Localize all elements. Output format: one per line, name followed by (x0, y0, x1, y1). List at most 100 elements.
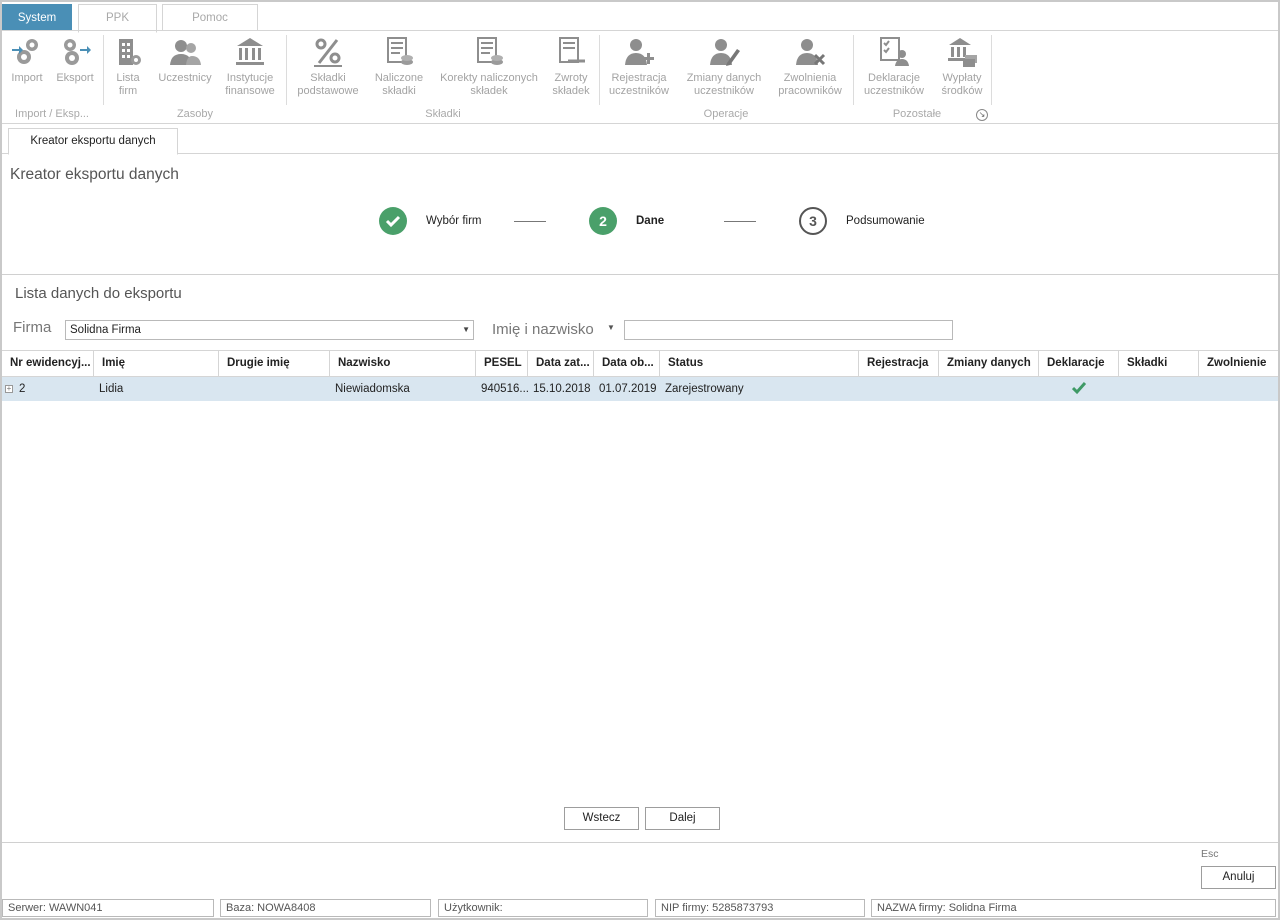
expand-row-icon[interactable]: + (5, 385, 13, 393)
firma-label: Firma (13, 319, 52, 336)
user-edit-icon (710, 39, 740, 66)
naliczone-label-1: Naliczone (374, 72, 424, 84)
firma-dropdown[interactable]: Solidna Firma ▼ (65, 320, 474, 340)
cell-nazwisko: Niewiadomska (335, 383, 410, 395)
ribbon-separator (599, 35, 600, 105)
step-3-number: 3 (799, 207, 827, 235)
name-search-input[interactable] (624, 320, 953, 340)
column-header-deklaracje[interactable]: Deklaracje (1039, 351, 1119, 377)
user-remove-icon (796, 39, 826, 66)
group-label-pozostale: Pozostałe (892, 108, 942, 120)
wyplaty-label-1: Wypłaty (942, 72, 982, 84)
step-1-label: Wybór firm (426, 215, 482, 227)
zwroty-button[interactable]: Zwroty składek (548, 35, 594, 98)
naliczone-skladki-button[interactable]: Naliczone składki (370, 35, 428, 98)
ribbon-separator (991, 35, 992, 105)
name-filter-dropdown-icon[interactable]: ▼ (607, 323, 615, 332)
group-label-import-eksport: Import / Eksp... (15, 108, 89, 120)
column-header-data-ob[interactable]: Data ob... (594, 351, 660, 377)
cancel-button[interactable]: Anuluj (1201, 866, 1276, 889)
document-coins-icon (477, 37, 503, 65)
status-database: Baza: NOWA8408 (220, 899, 431, 917)
skladki-podstawowe-label-1: Składki (310, 72, 346, 84)
column-header-zwolnienie[interactable]: Zwolnienie (1199, 351, 1278, 377)
wizard-steps: Wybór firm 2 Dane 3 Podsumowanie (0, 206, 1280, 240)
back-button[interactable]: Wstecz (564, 807, 639, 830)
next-button[interactable]: Dalej (645, 807, 720, 830)
step-2-number: 2 (589, 207, 617, 235)
uczestnicy-button[interactable]: Uczestnicy (155, 35, 215, 85)
rejestracja-label-1: Rejestracja (611, 72, 667, 84)
tab-ppk[interactable]: PPK (78, 4, 157, 33)
uczestnicy-label: Uczestnicy (158, 72, 212, 84)
wyplaty-button[interactable]: Wypłaty środków (935, 35, 989, 98)
zwolnienia-button[interactable]: Zwolnienia pracowników (772, 35, 848, 98)
step-connector (514, 221, 546, 222)
tab-kreator-eksportu[interactable]: Kreator eksportu danych (8, 128, 178, 155)
column-header-zmiany-danych[interactable]: Zmiany danych (939, 351, 1039, 377)
korekty-button[interactable]: Korekty naliczonych składek (434, 35, 544, 98)
table-row[interactable]: + 2 Lidia Niewiadomska 940516... 15.10.2… (2, 377, 1278, 401)
skladki-podstawowe-button[interactable]: Składki podstawowe (291, 35, 365, 98)
divider (2, 842, 1278, 843)
wizard-title: Kreator eksportu danych (10, 166, 179, 183)
lista-firm-label-2: firm (118, 85, 138, 97)
naliczone-label-2: składki (382, 85, 416, 97)
zwroty-label-2: składek (552, 85, 590, 97)
bank-icon (236, 38, 264, 65)
column-header-status[interactable]: Status (660, 351, 859, 377)
tab-pomoc[interactable]: Pomoc (162, 4, 258, 31)
firma-selected-value: Solidna Firma (70, 324, 141, 336)
korekty-label-1: Korekty naliczonych (440, 72, 538, 84)
column-header-nr[interactable]: Nr ewidencyj... (2, 351, 94, 377)
deklaracje-button[interactable]: Deklaracje uczestników (858, 35, 930, 98)
import-label: Import (11, 72, 43, 84)
ribbon-toolbar: Import Eksport Lista firm Uczestnicy Ins… (2, 30, 1278, 124)
rejestracja-button[interactable]: Rejestracja uczestników (604, 35, 674, 98)
import-button[interactable]: Import (7, 35, 47, 85)
column-header-nazwisko[interactable]: Nazwisko (330, 351, 476, 377)
percent-icon (314, 38, 342, 67)
instytucje-label-2: finansowe (225, 85, 275, 97)
column-header-drugie-imie[interactable]: Drugie imię (219, 351, 330, 377)
building-icon (119, 39, 141, 65)
group-label-zasoby: Zasoby (176, 108, 214, 120)
step-3-label: Podsumowanie (846, 215, 925, 227)
cell-data-zat: 15.10.2018 (533, 383, 591, 395)
column-header-data-zat[interactable]: Data zat... (528, 351, 594, 377)
wyplaty-label-2: środków (941, 85, 983, 97)
lista-firm-button[interactable]: Lista firm (108, 35, 148, 98)
eksport-button[interactable]: Eksport (54, 35, 96, 85)
zwroty-label-1: Zwroty (554, 72, 588, 84)
tab-system[interactable]: System (2, 4, 72, 31)
ribbon-separator (853, 35, 854, 105)
zwolnienia-label-1: Zwolnienia (783, 72, 837, 84)
deklaracje-label-2: uczestników (864, 85, 924, 97)
cell-imie: Lidia (99, 383, 124, 395)
eksport-label: Eksport (56, 72, 94, 84)
zmiany-label-1: Zmiany danych (686, 72, 762, 84)
name-filter-label[interactable]: Imię i nazwisko (492, 321, 594, 338)
cell-data-ob: 01.07.2019 (599, 383, 657, 395)
step-2-label: Dane (636, 215, 665, 227)
column-header-imie[interactable]: Imię (94, 351, 219, 377)
column-header-skladki[interactable]: Składki (1119, 351, 1199, 377)
lista-firm-label-1: Lista (116, 72, 140, 84)
bank-money-icon (948, 38, 977, 67)
column-header-pesel[interactable]: PESEL (476, 351, 528, 377)
instytucje-label-1: Instytucje (226, 72, 274, 84)
list-title: Lista danych do eksportu (15, 285, 182, 302)
step-1-check-icon (379, 207, 407, 235)
zmiany-danych-button[interactable]: Zmiany danych uczestników (682, 35, 766, 98)
deklaracje-label-1: Deklaracje (868, 72, 920, 84)
cell-pesel: 940516... (481, 383, 528, 395)
group-expand-icon[interactable]: ↘ (976, 109, 988, 121)
status-nip: NIP firmy: 5285873793 (655, 899, 865, 917)
cell-status: Zarejestrowany (665, 383, 744, 395)
zmiany-label-2: uczestników (694, 85, 754, 97)
instytucje-button[interactable]: Instytucje finansowe (220, 35, 280, 98)
column-header-rejestracja[interactable]: Rejestracja (859, 351, 939, 377)
import-gears-icon (12, 39, 38, 64)
ribbon-tabs: System PPK Pomoc (2, 2, 1278, 33)
esc-hint: Esc (1201, 848, 1219, 860)
